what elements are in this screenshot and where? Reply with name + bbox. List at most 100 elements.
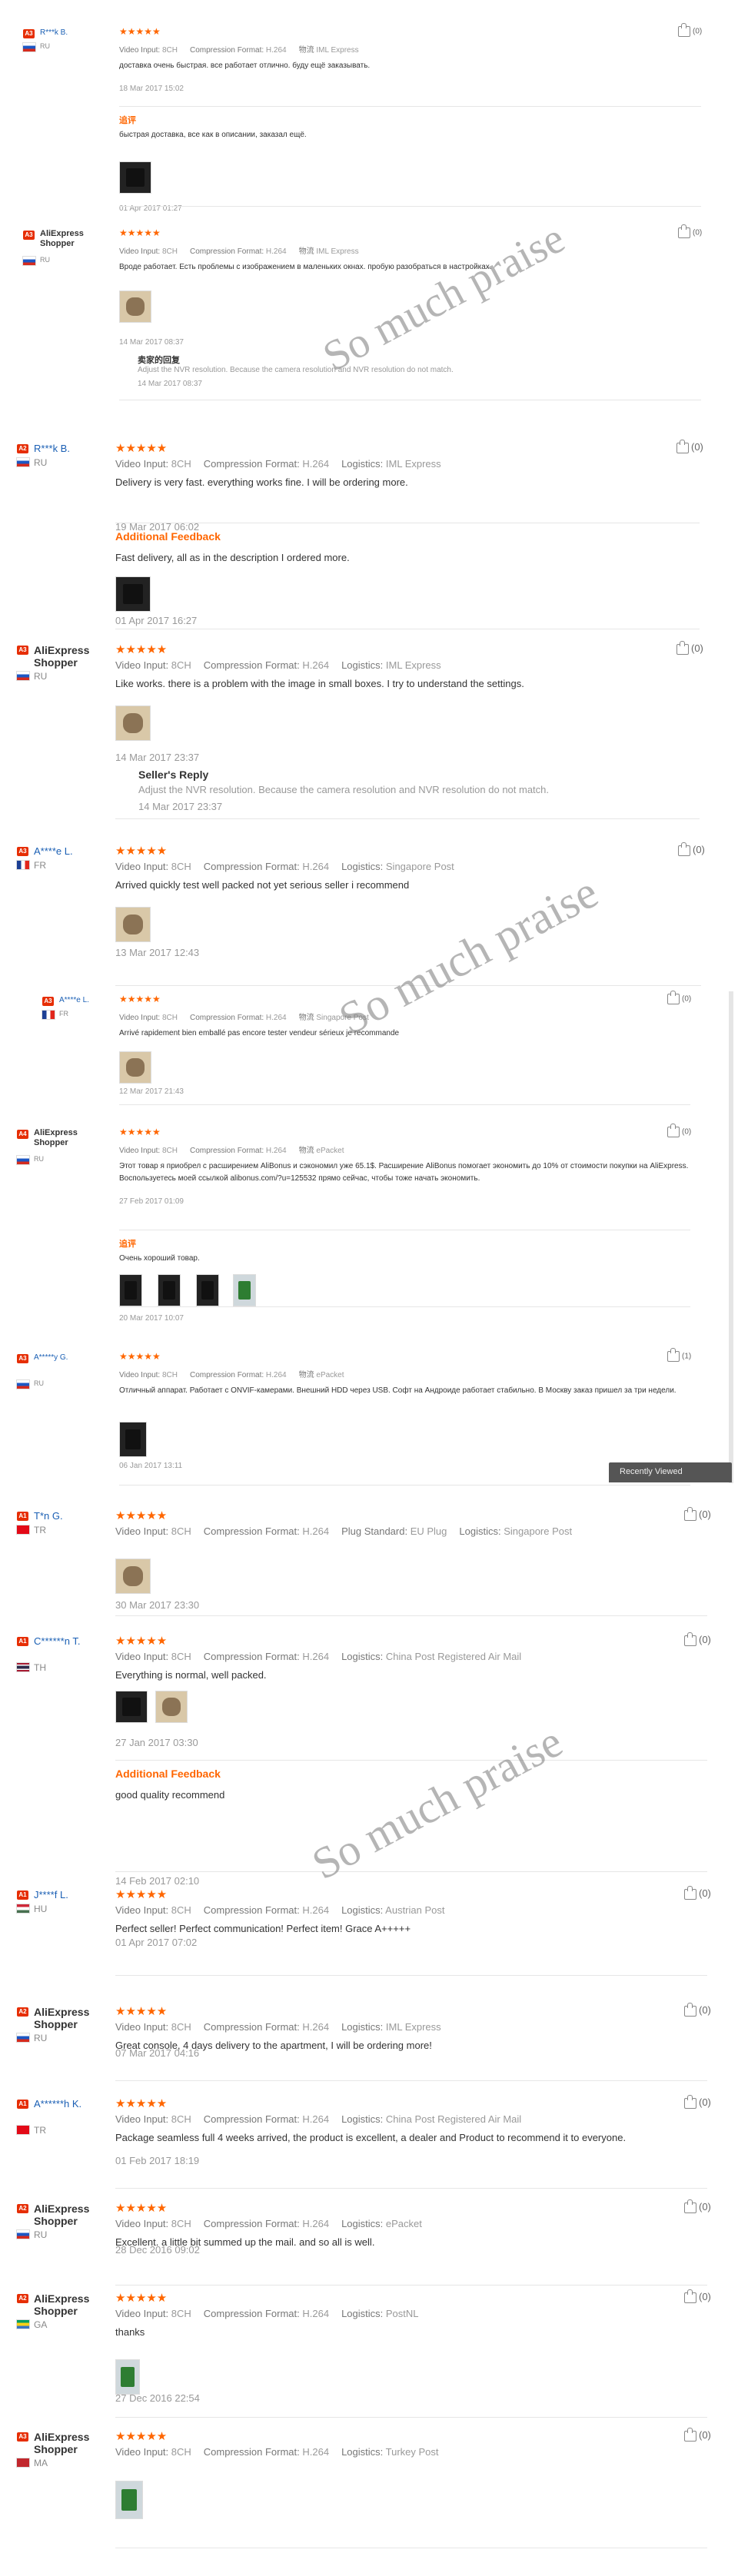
reviewer-name[interactable]: R***k B. xyxy=(40,28,117,38)
attribute-value: IML Express xyxy=(316,46,359,55)
thumbs-up-icon[interactable] xyxy=(678,842,690,856)
review-photo[interactable] xyxy=(115,2359,140,2395)
helpful-button[interactable]: (0) xyxy=(667,1124,691,1137)
review-photo[interactable] xyxy=(115,907,151,942)
review-photo[interactable] xyxy=(115,2481,143,2519)
additional-photo[interactable] xyxy=(119,161,151,194)
review-photo[interactable] xyxy=(115,1559,151,1594)
helpful-button[interactable]: (0) xyxy=(678,23,702,37)
level-badge: A1 xyxy=(17,1637,28,1646)
attribute-label: Video Input: xyxy=(119,46,162,55)
country-flag-icon xyxy=(23,43,35,51)
attribute-label: Video Input: xyxy=(115,1651,171,1662)
reviewer-name[interactable]: T*n G. xyxy=(34,1510,111,1522)
attribute-label: Logistics: xyxy=(341,2446,386,2458)
review-date: 27 Dec 2016 22:54 xyxy=(115,2392,200,2404)
reviewer-name[interactable]: A******h K. xyxy=(34,2098,111,2110)
attribute-value: ePacket xyxy=(385,2218,422,2229)
level-badge: A2 xyxy=(17,2007,28,2017)
thumbs-up-icon[interactable] xyxy=(684,2289,696,2303)
thumbs-up-icon[interactable] xyxy=(684,1632,696,1646)
thumbs-up-icon[interactable] xyxy=(684,2199,696,2213)
thumbs-up-icon[interactable] xyxy=(684,1506,696,1521)
thumbs-up-icon[interactable] xyxy=(667,1348,680,1362)
level-badge: A3 xyxy=(42,997,54,1006)
page-scrollbar[interactable] xyxy=(729,991,733,1483)
attribute-label: 物流 xyxy=(298,1014,317,1022)
thumbs-up-icon[interactable] xyxy=(678,23,690,37)
helpful-count: (0) xyxy=(699,2096,711,2108)
attribute-value: H.264 xyxy=(302,2021,330,2033)
review-photo[interactable] xyxy=(119,1422,147,1457)
additional-feedback-text: Fast delivery, all as in the description… xyxy=(115,552,350,563)
helpful-button[interactable]: (0) xyxy=(684,1632,711,1646)
country-flag-icon xyxy=(42,1011,55,1019)
attribute-label: Video Input: xyxy=(115,2113,171,2125)
review-photo[interactable] xyxy=(115,1691,148,1723)
review-date: 06 Jan 2017 13:11 xyxy=(119,1462,183,1470)
review-divider xyxy=(119,206,701,207)
review-photo[interactable] xyxy=(155,1691,188,1723)
reviewer-name[interactable]: C******n T. xyxy=(34,1635,111,1648)
reviewer-name: AliExpress Shopper xyxy=(34,2006,90,2030)
review-text: Arrived quickly test well packed not yet… xyxy=(115,879,410,891)
feedback-page: A3 R***k B. RU ★★★★★ Video Input: 8CH Compres… xyxy=(0,0,738,2576)
additional-photo[interactable] xyxy=(158,1274,181,1306)
reviewer-name[interactable]: A****e L. xyxy=(34,845,111,858)
thumbs-up-icon[interactable] xyxy=(684,2002,696,2017)
review-photo[interactable] xyxy=(115,705,151,741)
country-flag-icon xyxy=(17,1525,29,1534)
helpful-button[interactable]: (0) xyxy=(684,2094,711,2109)
thumbs-up-icon[interactable] xyxy=(667,1124,680,1137)
attribute-value: H.264 xyxy=(302,1651,330,1662)
attribute-value: H.264 xyxy=(302,2446,330,2458)
additional-photo[interactable] xyxy=(233,1274,256,1306)
helpful-button[interactable]: (0) xyxy=(676,439,703,453)
helpful-button[interactable]: (0) xyxy=(684,1506,711,1521)
helpful-button[interactable]: (0) xyxy=(678,842,705,856)
thumbs-up-icon[interactable] xyxy=(684,2427,696,2442)
attribute-label: Compression Format: xyxy=(203,2446,303,2458)
review-divider xyxy=(115,1975,707,1976)
thumbs-up-icon[interactable] xyxy=(676,640,689,655)
additional-photo[interactable] xyxy=(196,1274,219,1306)
rating-stars: ★★★★★ xyxy=(115,2430,168,2443)
attribute-value: 8CH xyxy=(171,2218,191,2229)
thumbs-up-icon[interactable] xyxy=(678,224,690,238)
recently-viewed-tab[interactable]: Recently Viewed xyxy=(609,1462,732,1482)
attribute-value: 8CH xyxy=(161,1014,178,1022)
country-flag-icon xyxy=(17,2320,29,2329)
reviewer-name[interactable]: J****f L. xyxy=(34,1889,111,1901)
thumbs-up-icon[interactable] xyxy=(684,2094,696,2109)
additional-photo[interactable] xyxy=(119,1274,142,1306)
reviewer-name[interactable]: R***k B. xyxy=(34,443,111,455)
helpful-button[interactable]: (0) xyxy=(678,224,702,238)
additional-feedback-text: быстрая доставка, все как в описании, за… xyxy=(119,131,307,140)
review-photo[interactable] xyxy=(119,1051,151,1084)
additional-photo[interactable] xyxy=(115,576,151,612)
helpful-count: (0) xyxy=(699,1887,711,1899)
helpful-button[interactable]: (0) xyxy=(676,640,703,655)
rating-stars: ★★★★★ xyxy=(119,227,161,238)
review-photo[interactable] xyxy=(119,290,151,323)
helpful-button[interactable]: (0) xyxy=(684,2199,711,2213)
helpful-button[interactable]: (0) xyxy=(684,1885,711,1900)
helpful-button[interactable]: (1) xyxy=(667,1348,691,1362)
helpful-button[interactable]: (0) xyxy=(667,991,691,1004)
attribute-value: H.264 xyxy=(302,458,330,470)
helpful-button[interactable]: (0) xyxy=(684,2002,711,2017)
country-flag-icon xyxy=(17,2033,29,2042)
review-text: Delivery is very fast. everything works … xyxy=(115,476,408,488)
product-attributes: Video Input: 8CH Compression Format: H.26… xyxy=(115,1904,457,1916)
helpful-button[interactable]: (0) xyxy=(684,2427,711,2442)
attribute-label: Video Input: xyxy=(115,2021,171,2033)
additional-feedback-date: 20 Mar 2017 10:07 xyxy=(119,1314,184,1323)
reviewer-name[interactable]: A*****y G. xyxy=(34,1353,111,1363)
thumbs-up-icon[interactable] xyxy=(676,439,689,453)
thumbs-up-icon[interactable] xyxy=(667,991,680,1004)
attribute-label: Logistics: xyxy=(341,861,386,872)
attribute-label: Compression Format: xyxy=(203,458,303,470)
helpful-button[interactable]: (0) xyxy=(684,2289,711,2303)
watermark-text: So much praise xyxy=(315,214,573,381)
thumbs-up-icon[interactable] xyxy=(684,1885,696,1900)
